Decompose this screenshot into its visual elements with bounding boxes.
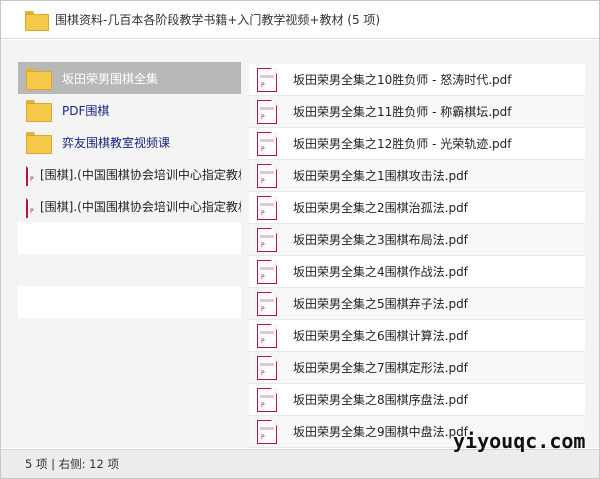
right-list-item-label: 坂田荣男全集之8围棋序盘法.pdf <box>293 393 468 407</box>
right-list-item-label: 坂田荣男全集之1围棋攻击法.pdf <box>293 169 468 183</box>
pdf-file-icon: P <box>257 355 277 380</box>
folder-icon <box>26 100 52 122</box>
pdf-file-icon: P <box>257 259 277 284</box>
right-list-item[interactable]: P 坂田荣男全集之8围棋序盘法.pdf <box>249 384 585 416</box>
right-list-item[interactable]: P 坂田荣男全集之5围棋弃子法.pdf <box>249 288 585 320</box>
pdf-file-icon: P <box>257 163 277 188</box>
right-list-item-label: 坂田荣男全集之9围棋中盘法.pdf <box>293 425 468 439</box>
right-list-item-label: 坂田荣男全集之11胜负师 - 称霸棋坛.pdf <box>293 105 512 119</box>
left-list-empty-row <box>18 254 241 286</box>
status-text: 5 项 | 右侧: 12 项 <box>25 457 119 471</box>
left-list-item-folder-video[interactable]: 弈友围棋教室视频课 <box>18 126 241 158</box>
left-list-item-label: [围棋].(中国围棋协会培训中心指定教材 <box>40 199 241 214</box>
left-list-item-label: 坂田荣男围棋全集 <box>62 71 159 86</box>
pdf-file-icon: P <box>22 162 34 186</box>
pdf-file-icon: P <box>257 323 277 348</box>
right-list-item-label: 坂田荣男全集之12胜负师 - 光荣轨迹.pdf <box>293 137 512 151</box>
left-list-item-label: PDF围棋 <box>62 103 110 118</box>
right-list-item-label: 坂田荣男全集之10胜负师 - 怒涛时代.pdf <box>293 73 512 87</box>
right-list-item-label: 坂田荣男全集之7围棋定形法.pdf <box>293 361 468 375</box>
folder-icon <box>26 132 52 154</box>
file-browser-window: 围棋资料-几百本各阶段教学书籍+入门教学视频+教材 (5 项) 坂田荣男围棋全集… <box>0 0 600 479</box>
status-bar: 5 项 | 右侧: 12 项 <box>1 449 599 478</box>
pdf-file-icon: P <box>22 194 34 218</box>
left-list-item-folder-pdf[interactable]: PDF围棋 <box>18 94 241 126</box>
pdf-file-icon: P <box>257 195 277 220</box>
right-list-item[interactable]: P 坂田荣男全集之10胜负师 - 怒涛时代.pdf <box>249 64 585 96</box>
right-list-item[interactable]: P 坂田荣男全集之1围棋攻击法.pdf <box>249 160 585 192</box>
watermark-text: yiyouqc.com <box>453 429 586 453</box>
right-list-item-label: 坂田荣男全集之5围棋弃子法.pdf <box>293 297 468 311</box>
right-list-item[interactable]: P 坂田荣男全集之4围棋作战法.pdf <box>249 256 585 288</box>
window-title: 围棋资料-几百本各阶段教学书籍+入门教学视频+教材 (5 项) <box>55 13 381 27</box>
pdf-file-icon: P <box>257 419 277 444</box>
left-list-item-label: 弈友围棋教室视频课 <box>62 135 171 150</box>
left-file-list: 坂田荣男围棋全集 PDF围棋 弈友围棋教室视频课 P [围棋].(中国围棋协会培… <box>18 62 241 360</box>
pdf-file-icon: P <box>257 227 277 252</box>
left-list-item-pdf-2[interactable]: P [围棋].(中国围棋协会培训中心指定教材 <box>18 190 241 222</box>
right-list-item-label: 坂田荣男全集之3围棋布局法.pdf <box>293 233 468 247</box>
right-list-item[interactable]: P 坂田荣男全集之6围棋计算法.pdf <box>249 320 585 352</box>
left-list-item-label: [围棋].(中国围棋协会培训中心指定教材 <box>40 167 241 182</box>
content-area: 坂田荣男围棋全集 PDF围棋 弈友围棋教室视频课 P [围棋].(中国围棋协会培… <box>1 40 599 448</box>
folder-icon <box>26 68 52 90</box>
right-list-item[interactable]: P 坂田荣男全集之11胜负师 - 称霸棋坛.pdf <box>249 96 585 128</box>
pdf-file-icon: P <box>257 387 277 412</box>
pdf-file-icon: P <box>257 291 277 316</box>
right-list-item[interactable]: P 坂田荣男全集之2围棋治孤法.pdf <box>249 192 585 224</box>
left-list-item-folder-sakata[interactable]: 坂田荣男围棋全集 <box>18 62 241 94</box>
title-bar: 围棋资料-几百本各阶段教学书籍+入门教学视频+教材 (5 项) <box>1 1 599 39</box>
folder-icon <box>25 10 49 31</box>
pdf-file-icon: P <box>257 131 277 156</box>
left-list-empty-row <box>18 222 241 254</box>
left-list-item-pdf-1[interactable]: P [围棋].(中国围棋协会培训中心指定教材 <box>18 158 241 190</box>
right-list-item[interactable]: P 坂田荣男全集之7围棋定形法.pdf <box>249 352 585 384</box>
right-list-item[interactable]: P 坂田荣男全集之3围棋布局法.pdf <box>249 224 585 256</box>
pdf-file-icon: P <box>257 99 277 124</box>
right-list-item-label: 坂田荣男全集之4围棋作战法.pdf <box>293 265 468 279</box>
right-list-item-label: 坂田荣男全集之6围棋计算法.pdf <box>293 329 468 343</box>
left-list-empty-row <box>18 318 241 350</box>
right-list-item[interactable]: P 坂田荣男全集之12胜负师 - 光荣轨迹.pdf <box>249 128 585 160</box>
right-file-list: P 坂田荣男全集之10胜负师 - 怒涛时代.pdf P 坂田荣男全集之11胜负师… <box>249 64 585 448</box>
pdf-file-icon: P <box>257 67 277 92</box>
left-list-empty-row <box>18 286 241 318</box>
right-list-item-label: 坂田荣男全集之2围棋治孤法.pdf <box>293 201 468 215</box>
